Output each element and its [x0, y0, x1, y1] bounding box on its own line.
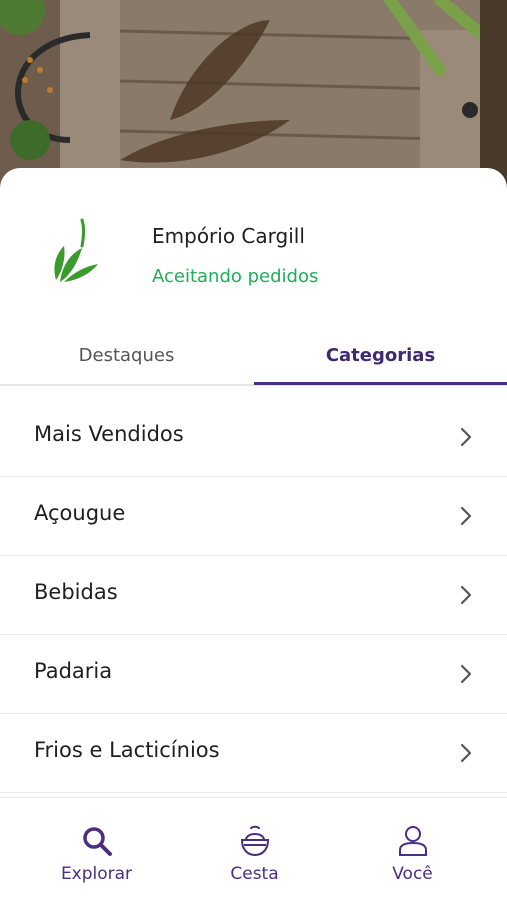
chevron-right-icon — [460, 743, 472, 763]
nav-label: Explorar — [60, 864, 133, 884]
category-item-bebidas[interactable]: Bebidas — [0, 556, 507, 635]
search-icon — [83, 827, 112, 856]
nav-label: Você — [392, 864, 433, 884]
tab-bar: Destaques Categorias — [0, 326, 507, 386]
category-list: Mais Vendidos Açougue Bebidas Padaria Fr… — [0, 398, 507, 793]
category-label: Mais Vendidos — [34, 422, 184, 446]
wheat-logo-icon — [48, 218, 104, 288]
tab-destaques[interactable]: Destaques — [0, 326, 253, 384]
nav-cesta[interactable]: Cesta — [170, 798, 339, 900]
bottom-navigation: Explorar Cesta Você — [0, 797, 507, 900]
category-label: Padaria — [34, 659, 113, 683]
chevron-right-icon — [460, 506, 472, 526]
chevron-right-icon — [460, 427, 472, 447]
store-name: Empório Cargill — [152, 224, 305, 248]
category-item-frios-e-lacticinios[interactable]: Frios e Lacticínios — [0, 714, 507, 793]
category-label: Açougue — [34, 501, 126, 525]
category-label: Bebidas — [34, 580, 118, 604]
nav-label: Cesta — [230, 864, 279, 884]
basket-icon — [240, 825, 270, 857]
store-header: Empório Cargill Aceitando pedidos — [0, 168, 507, 318]
chevron-right-icon — [460, 664, 472, 684]
tab-categorias[interactable]: Categorias — [254, 326, 507, 384]
active-tab-indicator — [254, 382, 507, 385]
nav-explorar[interactable]: Explorar — [12, 798, 181, 900]
chevron-right-icon — [460, 585, 472, 605]
store-status: Aceitando pedidos — [152, 266, 319, 287]
category-item-acougue[interactable]: Açougue — [0, 477, 507, 556]
nav-voce[interactable]: Você — [328, 798, 497, 900]
category-item-mais-vendidos[interactable]: Mais Vendidos — [0, 398, 507, 477]
category-label: Frios e Lacticínios — [34, 738, 220, 762]
category-item-padaria[interactable]: Padaria — [0, 635, 507, 714]
user-icon — [399, 826, 427, 856]
